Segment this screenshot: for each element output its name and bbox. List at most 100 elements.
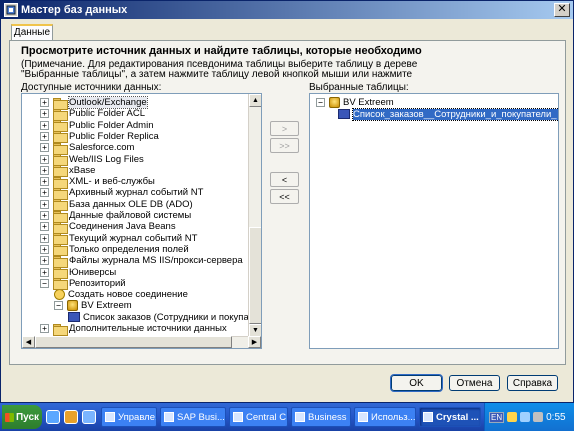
remove-all-button[interactable]: << [270,189,299,204]
language-indicator[interactable]: EN [489,411,505,423]
expand-icon[interactable]: + [40,154,49,164]
collapse-icon[interactable]: − [40,278,49,288]
tree-item[interactable]: + Дополнительные источники данных [40,323,227,336]
expand-icon[interactable]: + [40,165,49,175]
tree-item[interactable]: + Outlook/Exchange [40,96,148,110]
expand-icon[interactable]: + [40,98,49,107]
tree-item[interactable]: + Salesforce.com [40,142,134,155]
selected-tree-item-label: Список_заказов__Сотрудники_и_покупатели_ [352,107,558,121]
available-sources-label: Доступные источники данных: [21,82,162,93]
selected-tables-tree[interactable]: − BV Extreem Список_заказов__Сотрудники_и_… [309,93,559,349]
network-icon[interactable] [520,412,531,422]
expand-icon[interactable]: + [40,109,49,119]
expand-icon[interactable]: + [40,143,49,153]
volume-icon[interactable] [533,412,544,422]
taskbar-button-label: Central C... [246,411,288,423]
tree-item[interactable]: + Public Folder Admin [40,119,154,133]
taskbar-button[interactable]: Central C... [229,407,288,427]
title-bar[interactable]: Мастер баз данных ✕ [1,1,573,19]
close-button[interactable]: ✕ [554,3,570,17]
database-wizard-window: Мастер баз данных ✕ Данные Просмотрите и… [0,0,574,403]
window-title: Мастер баз данных [21,4,128,16]
taskbar-button[interactable]: Управле... [101,407,157,427]
scroll-thumb[interactable] [249,227,261,324]
scroll-right-button[interactable]: ▶ [248,336,261,348]
expand-icon[interactable]: + [40,324,49,333]
expand-icon[interactable]: + [40,177,49,187]
tree-item[interactable]: Создать новое соединение [54,289,188,301]
scroll-left-button[interactable]: ◀ [22,336,35,348]
expand-icon[interactable]: + [40,211,49,220]
expand-icon[interactable]: + [40,244,49,254]
selected-tree-item[interactable]: Список_заказов__Сотрудники_и_покупатели_ [338,107,558,121]
tree-item[interactable]: − Репозиторий [40,277,126,291]
expand-icon[interactable]: + [40,256,49,266]
tree-item[interactable]: + База данных OLE DB (ADO) [40,199,193,212]
available-sources-tree[interactable]: + Дополнительные источники данных Список з… [21,93,262,349]
remove-button[interactable]: < [270,172,299,187]
tree-item[interactable]: + Файлы журнала MS IIS/прокси-сервера [40,255,243,268]
tree-item[interactable]: Список заказов (Сотрудники и покупатели) [68,311,262,323]
tree-item[interactable]: + Public Folder ACL [40,108,145,121]
taskbar-button-label: Business ... [308,411,350,423]
tree-item[interactable]: + XML- и веб-службы [40,176,155,189]
ok-button[interactable]: OK [390,374,443,392]
tree-item-label: Public Folder Admin [69,119,154,131]
task-list: Управле... SAP Busi... Central C... Busines… [98,407,481,427]
quicklaunch-icon-1[interactable] [46,410,60,424]
expand-icon[interactable]: + [40,233,49,243]
shield-icon[interactable] [507,412,518,422]
tree-item[interactable]: + Public Folder Replica [40,131,159,144]
folder-icon [53,323,68,336]
tree-item-label: Список заказов (Сотрудники и покупатели) [83,311,262,323]
quicklaunch-icon-3[interactable] [82,410,96,424]
tab-data[interactable]: Данные [11,24,53,41]
tree-item[interactable]: + Данные файловой системы [40,210,191,223]
taskbar-button[interactable]: Crystal ... [419,407,481,427]
tree-item-label: Архивный журнал событий NT [69,187,204,199]
tree-item[interactable]: + Юниверсы [40,267,116,279]
folder-icon [53,97,68,110]
add-button[interactable]: > [270,121,299,136]
expand-icon[interactable]: + [40,222,49,232]
taskbar-button[interactable]: Business ... [291,407,351,427]
tree-item[interactable]: − BV Extreem [54,300,132,312]
tree-item-label: Файлы журнала MS IIS/прокси-сервера [69,255,243,267]
vertical-scrollbar[interactable]: ▲ ▼ [248,94,261,337]
selected-tree-item-label: BV Extreem [343,97,394,108]
folder-icon [53,187,68,200]
tree-item-label: Репозиторий [69,277,126,289]
expand-icon[interactable]: + [40,199,49,209]
horizontal-scrollbar[interactable]: ◀ ▶ [22,336,261,348]
taskbar-button[interactable]: Использ... [354,407,416,427]
collapse-icon[interactable]: − [316,98,325,107]
expand-icon[interactable]: + [40,120,49,130]
tree-item[interactable]: + Текущий журнал событий NT [40,233,197,246]
tree-item[interactable]: + Соединения Java Beans [40,221,176,234]
system-tray: EN 0:55 [484,403,574,431]
help-button[interactable]: Справка [507,375,558,391]
cancel-button[interactable]: Отмена [449,375,500,391]
selected-tree-item[interactable]: − BV Extreem [316,97,394,108]
folder-icon [53,278,68,291]
expand-icon[interactable]: + [40,188,49,198]
folder-icon [53,176,68,189]
horizontal-scroll-thumb[interactable] [35,336,232,348]
expand-icon[interactable]: + [40,267,49,277]
tree-item-label: Соединения Java Beans [69,221,176,233]
start-button[interactable]: Пуск [2,405,42,429]
tree-item[interactable]: + xBase [40,165,95,178]
table-icon [338,109,350,119]
collapse-icon[interactable]: − [54,301,63,311]
taskbar-button[interactable]: SAP Busi... [160,407,226,427]
add-all-button[interactable]: >> [270,138,299,153]
tree-item[interactable]: + Архивный журнал событий NT [40,187,204,200]
expand-icon[interactable]: + [40,131,49,141]
tree-item[interactable]: + Только определения полей [40,244,189,257]
application-icon [105,412,115,422]
scroll-up-button[interactable]: ▲ [249,94,261,107]
taskbar-button-label: SAP Busi... [177,411,225,423]
folder-icon [53,199,68,212]
tree-item[interactable]: + Web/IIS Log Files [40,154,144,166]
quicklaunch-icon-2[interactable] [64,410,78,424]
